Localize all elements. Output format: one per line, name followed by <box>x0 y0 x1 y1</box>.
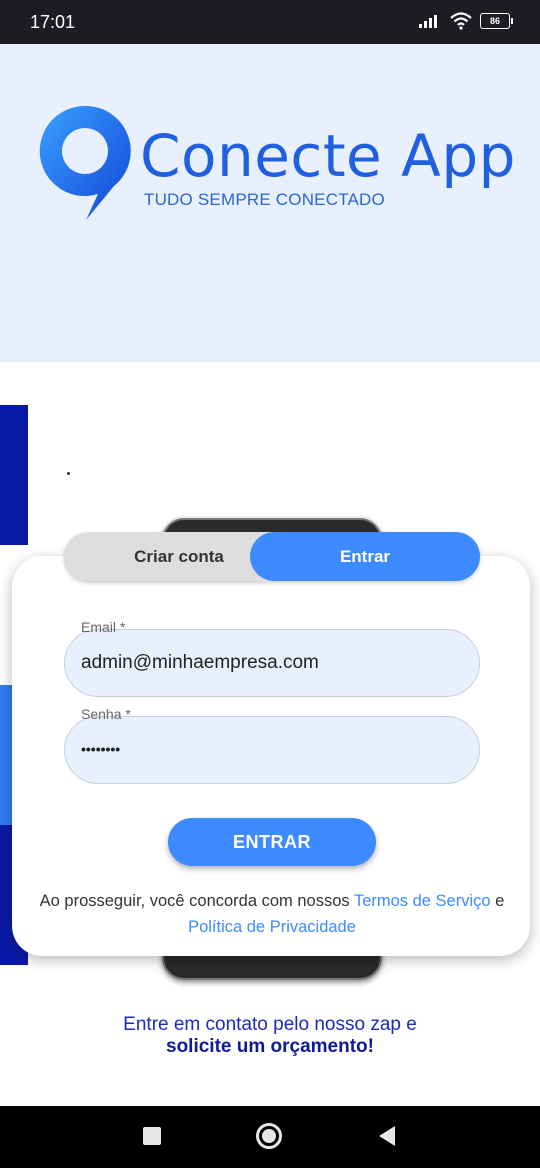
chat-bubble-logo-icon <box>39 105 131 220</box>
side-decor-navy-top <box>0 405 28 545</box>
terms-of-service-link[interactable]: Termos de Serviço <box>354 892 491 910</box>
brand-name: Conecte App <box>140 122 516 190</box>
password-value: •••••••• <box>81 741 121 757</box>
submit-button[interactable]: ENTRAR <box>168 818 376 866</box>
password-field[interactable]: •••••••• <box>64 716 480 784</box>
tab-login[interactable]: Entrar <box>250 532 480 581</box>
auth-tabs: Criar conta Entrar <box>64 532 480 581</box>
wifi-icon <box>450 12 472 30</box>
contact-line-1: Entre em contato pelo nosso zap e <box>123 1014 417 1035</box>
contact-cta: Entre em contato pelo nosso zap e solici… <box>0 1014 540 1058</box>
email-field[interactable]: admin@minhaempresa.com <box>64 629 480 697</box>
status-bar: 17:01 86 <box>0 0 540 44</box>
decor-dot <box>67 472 70 475</box>
battery-level: 86 <box>489 16 500 26</box>
email-label: Email * <box>78 619 129 635</box>
home-icon-center <box>262 1129 276 1143</box>
back-icon[interactable] <box>377 1125 397 1147</box>
brand-tagline: TUDO SEMPRE CONECTADO <box>144 190 385 209</box>
password-label: Senha * <box>78 706 134 722</box>
terms-joiner: e <box>490 892 505 910</box>
status-icons: 86 <box>418 12 513 30</box>
recent-apps-icon[interactable] <box>143 1127 161 1145</box>
battery-icon: 86 <box>480 13 513 29</box>
email-value: admin@minhaempresa.com <box>81 652 319 673</box>
status-time: 17:01 <box>30 12 76 32</box>
contact-line-2: solicite um orçamento! <box>166 1036 374 1057</box>
terms-prefix: Ao prosseguir, você concorda com nossos <box>39 892 354 910</box>
privacy-policy-link[interactable]: Política de Privacidade <box>188 918 356 936</box>
signal-icon <box>419 15 437 28</box>
terms-notice: Ao prosseguir, você concorda com nossos … <box>30 888 514 940</box>
